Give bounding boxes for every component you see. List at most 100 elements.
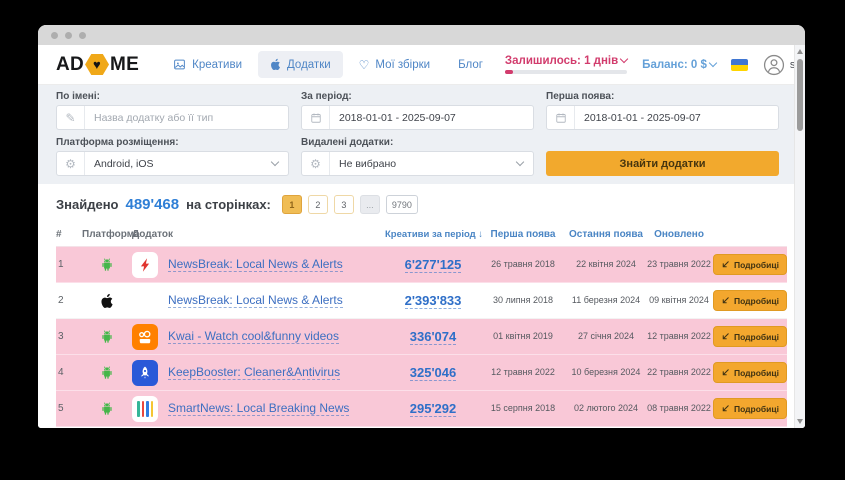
first-seen-date: 15 серпня 2018	[481, 403, 565, 414]
logo-text-left: AD	[56, 54, 84, 76]
table-header: # Платформа Додаток Креативи за період ↓…	[56, 223, 787, 247]
app-name-link[interactable]: KeepBooster: Cleaner&Antivirus	[168, 365, 340, 380]
period-label: За період:	[301, 91, 534, 102]
page-ellipsis: ...	[360, 195, 380, 214]
tab-blog[interactable]: Блог	[446, 52, 495, 78]
table-row: 1 NewsBreak: Local News & Alerts 6'277'1…	[56, 247, 787, 283]
header-platform: Платформа	[82, 229, 132, 240]
apple-icon	[100, 293, 114, 309]
balance-dropdown[interactable]: Баланс: 0 $	[642, 59, 716, 71]
found-count[interactable]: 489'468	[126, 196, 180, 213]
vertical-scrollbar[interactable]	[794, 45, 805, 428]
adme-logo[interactable]: AD ♥ ME	[56, 54, 139, 76]
apps-table: # Платформа Додаток Креативи за період ↓…	[56, 223, 787, 427]
first-seen-date-input[interactable]	[575, 112, 778, 124]
app-icon-newsbreak	[132, 252, 158, 278]
found-prefix: Знайдено	[56, 197, 119, 212]
creatives-count-link[interactable]: 336'074	[410, 329, 456, 345]
details-button[interactable]: Подробиці	[713, 362, 787, 383]
avatar-icon	[763, 54, 785, 76]
tab-label: Блог	[458, 59, 483, 71]
tab-collections[interactable]: ♡ Мої збірки	[347, 52, 442, 78]
app-name-link[interactable]: NewsBreak: Local News & Alerts	[168, 293, 343, 308]
navbar: AD ♥ ME Креативи Додатки ♡ Мої збірки	[38, 45, 805, 85]
platform-selected-value: Android, iOS	[85, 158, 272, 170]
android-icon	[99, 257, 115, 273]
platform-label: Платформа розміщення:	[56, 137, 289, 148]
header-first-seen-sort[interactable]: Перша поява	[481, 229, 565, 240]
gear-icon: ⚙	[57, 152, 85, 175]
window-titlebar	[38, 25, 805, 45]
page-button-last[interactable]: 9790	[386, 195, 418, 214]
creatives-count-link[interactable]: 6'277'125	[405, 257, 462, 273]
deleted-apps-selected-value: Не вибрано	[330, 158, 517, 170]
image-icon	[173, 58, 186, 71]
app-name-link[interactable]: SmartNews: Local Breaking News	[168, 401, 349, 416]
app-name-link[interactable]: NewsBreak: Local News & Alerts	[168, 257, 343, 272]
scrollbar-thumb[interactable]	[797, 59, 803, 131]
header-last-seen-sort[interactable]: Остання поява	[565, 229, 647, 240]
first-seen-date: 01 квітня 2019	[481, 331, 565, 342]
tab-creatives[interactable]: Креативи	[161, 51, 254, 78]
deleted-apps-select[interactable]: ⚙ Не вибрано	[301, 151, 534, 176]
app-content: AD ♥ ME Креативи Додатки ♡ Мої збірки	[38, 45, 805, 428]
chevron-down-icon	[620, 55, 628, 63]
window-minimize-button[interactable]	[65, 32, 72, 39]
app-name-link[interactable]: Kwai - Watch cool&funny videos	[168, 329, 339, 344]
updated-date: 22 травня 2022	[647, 367, 711, 378]
pencil-icon: ✎	[57, 106, 85, 129]
tab-label: Мої збірки	[375, 59, 430, 71]
find-apps-button[interactable]: Знайти додатки	[546, 151, 779, 176]
page-button-3[interactable]: 3	[334, 195, 354, 214]
row-number: 5	[56, 403, 82, 414]
details-button[interactable]: Подробиці	[713, 326, 787, 347]
creatives-count-link[interactable]: 295'292	[410, 401, 456, 417]
pagination: 1 2 3 ... 9790	[282, 195, 418, 214]
period-date-input[interactable]	[330, 112, 533, 124]
tab-apps[interactable]: Додатки	[258, 51, 343, 78]
details-button[interactable]: Подробиці	[713, 398, 787, 419]
logo-hexagon-heart-icon: ♥	[85, 54, 109, 75]
row-number: 1	[56, 259, 82, 270]
arrow-down-left-icon	[721, 332, 730, 341]
scroll-up-arrow-icon[interactable]	[797, 49, 803, 54]
details-button[interactable]: Подробиці	[713, 254, 787, 275]
first-seen-date: 12 травня 2022	[481, 367, 565, 378]
updated-date: 08 травня 2022	[647, 403, 711, 414]
page-button-2[interactable]: 2	[308, 195, 328, 214]
tab-label: Креативи	[192, 59, 242, 71]
android-icon	[99, 365, 115, 381]
filter-by-name: По імені: ✎	[56, 91, 289, 130]
chevron-down-icon	[516, 158, 524, 166]
apple-icon	[270, 58, 281, 71]
days-left-text: Залишилось: 1 днів	[505, 55, 618, 67]
filter-platform: Платформа розміщення: ⚙ Android, iOS	[56, 137, 289, 176]
navbar-right: Залишилось: 1 днів Баланс: 0 $ shapovalo…	[505, 54, 805, 76]
row-number: 3	[56, 331, 82, 342]
creatives-count-link[interactable]: 325'046	[410, 365, 456, 381]
days-left-progressbar	[505, 70, 627, 74]
filter-period: За період:	[301, 91, 534, 130]
page-button-1[interactable]: 1	[282, 195, 302, 214]
calendar-icon	[302, 106, 330, 129]
platform-select[interactable]: ⚙ Android, iOS	[56, 151, 289, 176]
app-name-input[interactable]	[85, 112, 288, 124]
details-button[interactable]: Подробиці	[713, 290, 787, 311]
table-row: 5 SmartNews: Local Breaking News 295'292…	[56, 391, 787, 427]
table-row: 2 NewsBreak: Local News & Alerts 2'393'8…	[56, 283, 787, 319]
updated-date: 23 травня 2022	[647, 259, 711, 270]
window-maximize-button[interactable]	[79, 32, 86, 39]
header-creatives-sort[interactable]: Креативи за період ↓	[385, 229, 481, 240]
creatives-count-link[interactable]: 2'393'833	[405, 293, 462, 309]
first-seen-label: Перша поява:	[546, 91, 779, 102]
header-updated-sort[interactable]: Оновлено	[647, 229, 711, 240]
days-left-dropdown[interactable]: Залишилось: 1 днів	[505, 55, 627, 74]
table-row: 4 KeepBooster: Cleaner&Antivirus 325'046…	[56, 355, 787, 391]
balance-text: Баланс: 0 $	[642, 59, 707, 71]
window-close-button[interactable]	[51, 32, 58, 39]
heart-outline-icon: ♡	[359, 59, 370, 71]
scroll-down-arrow-icon[interactable]	[797, 419, 803, 424]
main-tabs: Креативи Додатки ♡ Мої збірки Блог	[161, 51, 495, 78]
arrow-down-left-icon	[721, 368, 730, 377]
filter-first-seen: Перша поява:	[546, 91, 779, 130]
